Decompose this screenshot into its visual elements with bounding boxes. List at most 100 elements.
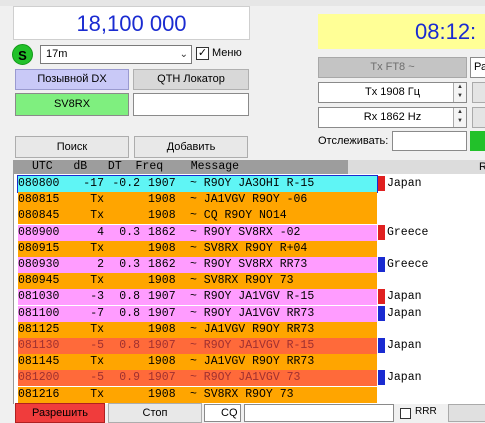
decode-db: -17 [83, 177, 104, 190]
decode-msg: ~ R9OY JA1VGV R-15 [190, 339, 315, 352]
decode-freq: 1908 [148, 193, 176, 207]
decode-row[interactable]: 080845 Tx 1908 ~ CQ R9OY NO14 [18, 208, 377, 225]
decode-db: Tx [90, 209, 104, 223]
decode-row[interactable]: 081100 -7 0.8 1907 ~ R9OY JA1VGV RR73 [18, 305, 377, 322]
qth-locator-field[interactable] [133, 93, 249, 116]
right-panel-field[interactable]: Ра [470, 57, 485, 78]
decode-row[interactable]: 080930 2 0.3 1862 ~ R9OY SV8RX RR73 [18, 257, 377, 273]
decode-msg: ~ CQ R9OY NO14 [190, 209, 287, 223]
decode-msg: ~ JA1VGV R9OY -06 [190, 193, 308, 207]
track-status-indicator [470, 131, 485, 151]
rrr-checkbox[interactable] [400, 408, 411, 419]
chevron-down-icon: ⌄ [179, 49, 188, 60]
country-label: Japan [387, 177, 422, 190]
decode-row[interactable]: 081130 -5 0.8 1907 ~ R9OY JA1VGV R-15 [18, 338, 377, 354]
decode-db: Tx [90, 241, 104, 255]
decode-utc: 081216 [18, 387, 60, 401]
frequency-display: 18,100 000 [13, 6, 250, 40]
decode-msg: ~ SV8RX R9OY 73 [190, 274, 294, 288]
clock-display: 08:12: [318, 14, 485, 49]
decode-row[interactable]: 081200 -5 0.9 1907 ~ R9OY JA1VGV 73 [18, 370, 377, 387]
decode-msg: ~ SV8RX R9OY 73 [190, 387, 294, 401]
track-input[interactable] [392, 131, 467, 151]
decode-dt: 0.8 [119, 339, 140, 352]
decode-row[interactable]: 080900 4 0.3 1862 ~ R9OY SV8RX -02 [18, 224, 377, 241]
decode-freq: 1908 [148, 355, 176, 369]
tx-frequency-spinbox[interactable]: Tx 1908 Гц ▲ ▼ [318, 82, 467, 103]
right-panel-button[interactable] [472, 82, 485, 103]
add-button[interactable]: Добавить [134, 136, 248, 158]
decode-row[interactable]: 081030 -3 0.8 1907 ~ R9OY JA1VGV R-15 [18, 289, 377, 306]
spin-arrows-icon[interactable]: ▲ ▼ [453, 83, 466, 102]
decode-db: -5 [90, 371, 104, 385]
status-s-button[interactable]: S [12, 44, 33, 65]
decode-freq: 1908 [148, 241, 176, 255]
decode-row[interactable]: 080945 Tx 1908 ~ SV8RX R9OY 73 [18, 273, 377, 290]
decode-row[interactable]: 080815 Tx 1908 ~ JA1VGV R9OY -06 [18, 192, 377, 209]
country-flag-marker [378, 176, 385, 191]
spin-arrows-icon[interactable]: ▲ ▼ [453, 108, 466, 127]
decode-utc: 080915 [18, 241, 60, 255]
cq-text-input[interactable] [244, 404, 394, 422]
decode-freq: 1862 [148, 225, 176, 239]
menu-label: Меню [212, 47, 242, 59]
decode-freq: 1908 [148, 209, 176, 223]
decode-utc: 081130 [18, 339, 60, 352]
decode-msg: ~ SV8RX R9OY R+04 [190, 241, 308, 255]
decode-dt: 0.3 [119, 258, 140, 271]
search-button[interactable]: Поиск [15, 136, 129, 158]
country-flag-marker [378, 338, 385, 353]
decode-row[interactable]: 081216 Tx 1908 ~ SV8RX R9OY 73 [18, 386, 377, 403]
band-select[interactable]: 17m ⌄ [40, 45, 192, 64]
decode-freq: 1908 [148, 274, 176, 288]
decode-utc: 081145 [18, 355, 60, 369]
right-table-header: R [348, 160, 485, 174]
decode-db: Tx [90, 355, 104, 369]
decode-db: Tx [90, 387, 104, 401]
qth-locator-label: QTH Локатор [133, 69, 249, 90]
decode-utc: 081200 [18, 371, 60, 385]
decode-freq: 1907 [148, 306, 176, 320]
decode-row[interactable]: 080915 Tx 1908 ~ SV8RX R9OY R+04 [18, 240, 377, 257]
decode-freq: 1908 [148, 387, 176, 401]
country-label: Greece [387, 225, 429, 239]
decode-freq: 1908 [148, 322, 176, 336]
decode-list[interactable]: 080800 -17 -0.2 1907 ~ R9OY JA3OHI R-15 Japan… [13, 174, 485, 404]
right-panel-button[interactable] [472, 107, 485, 128]
decode-db: -3 [90, 290, 104, 304]
country-label: Japan [387, 290, 422, 304]
decode-db: -5 [90, 339, 104, 352]
allow-tx-button[interactable]: Разрешить [15, 403, 105, 423]
decode-row[interactable]: 081125 Tx 1908 ~ JA1VGV R9OY RR73 [18, 321, 377, 338]
country-flag-marker [378, 257, 385, 272]
dx-call-field[interactable]: SV8RX [15, 93, 129, 116]
decode-msg: ~ R9OY SV8RX -02 [190, 225, 301, 239]
decode-utc: 080900 [18, 225, 60, 239]
menu-checkbox[interactable]: ✓ [196, 47, 209, 60]
decode-msg: ~ R9OY JA1VGV R-15 [190, 290, 315, 304]
rx-frequency-spinbox[interactable]: Rx 1862 Hz ▲ ▼ [318, 107, 467, 128]
cq-field[interactable]: CQ [204, 404, 241, 422]
decode-msg: ~ JA1VGV R9OY RR73 [190, 355, 315, 369]
country-flag-marker [378, 289, 385, 305]
decode-utc: 080845 [18, 209, 60, 223]
decode-utc: 081100 [18, 306, 60, 320]
decode-msg: ~ R9OY JA3OHI R-15 [190, 177, 315, 190]
rrr-label: RRR [415, 406, 437, 417]
decode-table-header: UTC dB DT Freq Message [13, 160, 348, 174]
decode-utc: 080930 [18, 258, 60, 271]
decode-dt: 0.8 [119, 290, 140, 304]
stop-button[interactable]: Стоп [108, 403, 202, 423]
decode-freq: 1907 [148, 290, 176, 304]
tx-mode-button[interactable]: Tx FT8 ~ [318, 57, 467, 78]
decode-row[interactable]: 080800 -17 -0.2 1907 ~ R9OY JA3OHI R-15 [17, 175, 378, 193]
decode-msg: ~ R9OY JA1VGV 73 [190, 371, 301, 385]
decode-dt: 0.9 [119, 371, 140, 385]
country-label: Japan [387, 339, 422, 352]
decode-db: Tx [90, 322, 104, 336]
decode-dt: 0.8 [119, 306, 140, 320]
right-panel-button[interactable] [448, 404, 485, 422]
decode-row[interactable]: 081145 Tx 1908 ~ JA1VGV R9OY RR73 [18, 354, 377, 371]
decode-freq: 1862 [148, 258, 176, 271]
decode-db: 4 [97, 225, 104, 239]
